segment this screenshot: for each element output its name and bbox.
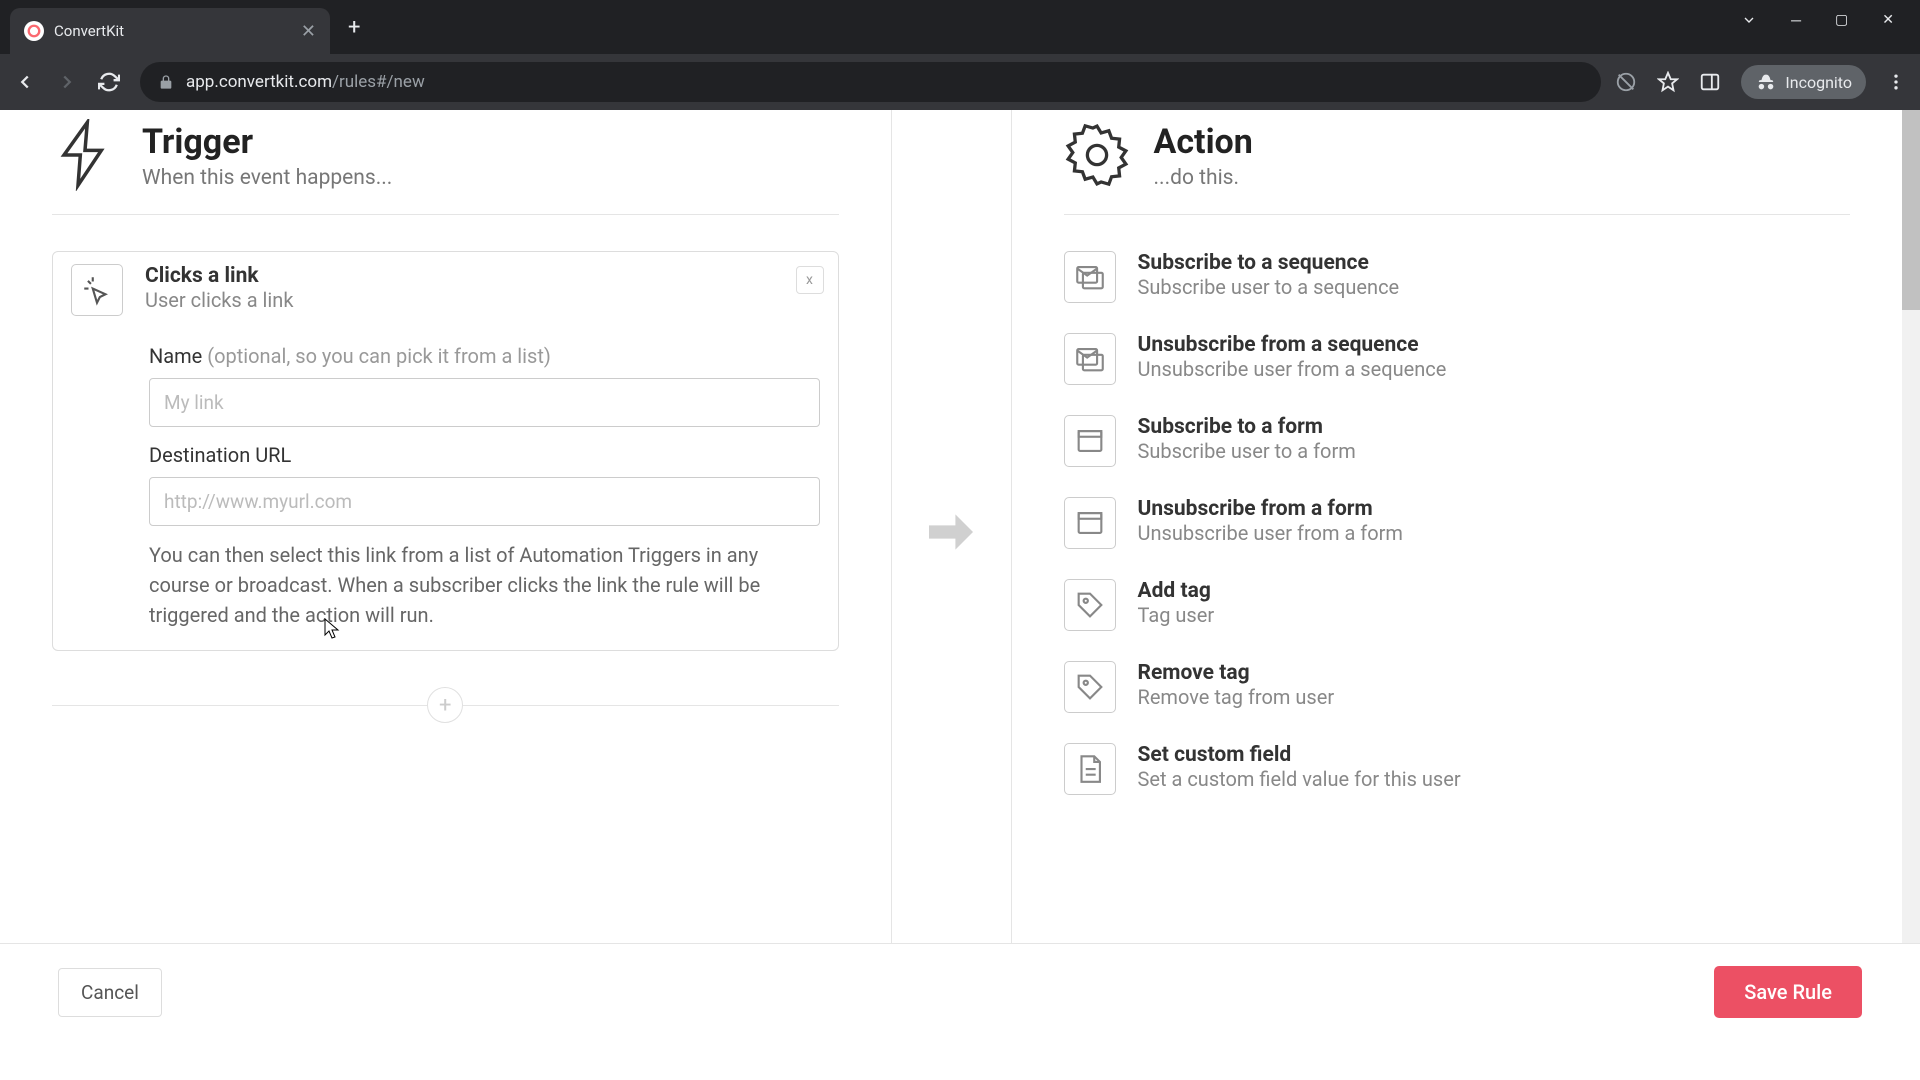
action-item-subtitle: Subscribe user to a form xyxy=(1138,439,1356,463)
browser-toolbar: app.convertkit.com/rules#/new Incognito xyxy=(0,54,1920,110)
trigger-subtitle: When this event happens... xyxy=(142,166,392,190)
forward-button[interactable] xyxy=(56,71,84,93)
sequence-icon xyxy=(1064,333,1116,385)
action-item-title: Subscribe to a sequence xyxy=(1138,251,1400,275)
action-item-doc-6[interactable]: Set custom fieldSet a custom field value… xyxy=(1064,743,1851,795)
tracking-icon[interactable] xyxy=(1615,71,1637,93)
action-item-subtitle: Remove tag from user xyxy=(1138,685,1335,709)
doc-icon xyxy=(1064,743,1116,795)
save-rule-button[interactable]: Save Rule xyxy=(1714,966,1862,1018)
action-item-form-3[interactable]: Unsubscribe from a formUnsubscribe user … xyxy=(1064,497,1851,549)
click-icon xyxy=(71,264,123,316)
incognito-icon xyxy=(1755,71,1777,93)
cancel-button[interactable]: Cancel xyxy=(58,968,162,1017)
trigger-title: Trigger xyxy=(142,122,392,162)
action-item-title: Unsubscribe from a form xyxy=(1138,497,1403,521)
action-item-subtitle: Subscribe user to a sequence xyxy=(1138,275,1400,299)
lightning-icon xyxy=(52,122,118,188)
incognito-badge[interactable]: Incognito xyxy=(1741,65,1866,99)
minimize-button[interactable]: ─ xyxy=(1791,12,1801,29)
back-button[interactable] xyxy=(14,71,42,93)
action-item-title: Add tag xyxy=(1138,579,1215,603)
maximize-button[interactable]: ▢ xyxy=(1835,12,1848,28)
action-item-subtitle: Tag user xyxy=(1138,603,1215,627)
convertkit-favicon xyxy=(24,21,44,41)
action-item-title: Set custom field xyxy=(1138,743,1461,767)
address-bar[interactable]: app.convertkit.com/rules#/new xyxy=(140,62,1601,102)
trigger-panel: Trigger When this event happens... Click… xyxy=(0,110,892,943)
new-tab-button[interactable]: + xyxy=(348,15,360,40)
action-title: Action xyxy=(1154,122,1253,162)
url-field-label: Destination URL xyxy=(149,443,820,467)
tab-search-icon[interactable] xyxy=(1741,12,1757,28)
lock-icon xyxy=(158,74,174,90)
action-item-sequence-0[interactable]: Subscribe to a sequenceSubscribe user to… xyxy=(1064,251,1851,303)
window-controls: ─ ▢ ✕ xyxy=(1741,0,1920,40)
add-trigger-button[interactable]: + xyxy=(427,687,463,723)
tag-icon xyxy=(1064,661,1116,713)
name-field-label: Name (optional, so you can pick it from … xyxy=(149,344,820,368)
trigger-help-text: You can then select this link from a lis… xyxy=(149,540,820,630)
arrow-right-icon xyxy=(923,510,979,554)
trigger-header: Trigger When this event happens... xyxy=(52,110,839,215)
trigger-card-title: Clicks a link xyxy=(145,264,293,288)
menu-icon[interactable] xyxy=(1886,72,1906,92)
browser-tab[interactable]: ConvertKit ✕ xyxy=(10,8,330,54)
reload-button[interactable] xyxy=(98,71,126,93)
trigger-card: Clicks a link User clicks a link x Name … xyxy=(52,251,839,651)
panel-icon[interactable] xyxy=(1699,71,1721,93)
gear-icon xyxy=(1064,122,1130,188)
bookmark-icon[interactable] xyxy=(1657,71,1679,93)
action-item-tag-4[interactable]: Add tagTag user xyxy=(1064,579,1851,631)
action-item-form-2[interactable]: Subscribe to a formSubscribe user to a f… xyxy=(1064,415,1851,467)
sequence-icon xyxy=(1064,251,1116,303)
tab-title: ConvertKit xyxy=(54,22,291,40)
action-item-subtitle: Set a custom field value for this user xyxy=(1138,767,1461,791)
page: Trigger When this event happens... Click… xyxy=(0,110,1920,1080)
trigger-card-subtitle: User clicks a link xyxy=(145,288,293,312)
action-panel: Action ...do this. Subscribe to a sequen… xyxy=(1012,110,1903,943)
browser-tab-strip: ConvertKit ✕ + ─ ▢ ✕ xyxy=(0,0,1920,54)
vertical-scrollbar[interactable] xyxy=(1902,110,1920,943)
remove-trigger-button[interactable]: x xyxy=(796,266,824,294)
url-text: app.convertkit.com/rules#/new xyxy=(186,72,425,92)
divider xyxy=(892,110,1012,943)
action-item-title: Remove tag xyxy=(1138,661,1335,685)
action-item-tag-5[interactable]: Remove tagRemove tag from user xyxy=(1064,661,1851,713)
form-icon xyxy=(1064,497,1116,549)
action-subtitle: ...do this. xyxy=(1154,166,1253,190)
close-window-button[interactable]: ✕ xyxy=(1882,12,1894,28)
action-item-title: Subscribe to a form xyxy=(1138,415,1356,439)
url-input[interactable] xyxy=(149,477,820,526)
add-trigger-row: + xyxy=(52,687,839,723)
action-item-sequence-1[interactable]: Unsubscribe from a sequenceUnsubscribe u… xyxy=(1064,333,1851,385)
name-input[interactable] xyxy=(149,378,820,427)
action-header: Action ...do this. xyxy=(1064,110,1851,215)
action-item-title: Unsubscribe from a sequence xyxy=(1138,333,1447,357)
action-item-subtitle: Unsubscribe user from a sequence xyxy=(1138,357,1447,381)
close-tab-icon[interactable]: ✕ xyxy=(301,21,316,42)
tag-icon xyxy=(1064,579,1116,631)
page-footer: Cancel Save Rule xyxy=(0,943,1920,1040)
form-icon xyxy=(1064,415,1116,467)
action-item-subtitle: Unsubscribe user from a form xyxy=(1138,521,1403,545)
